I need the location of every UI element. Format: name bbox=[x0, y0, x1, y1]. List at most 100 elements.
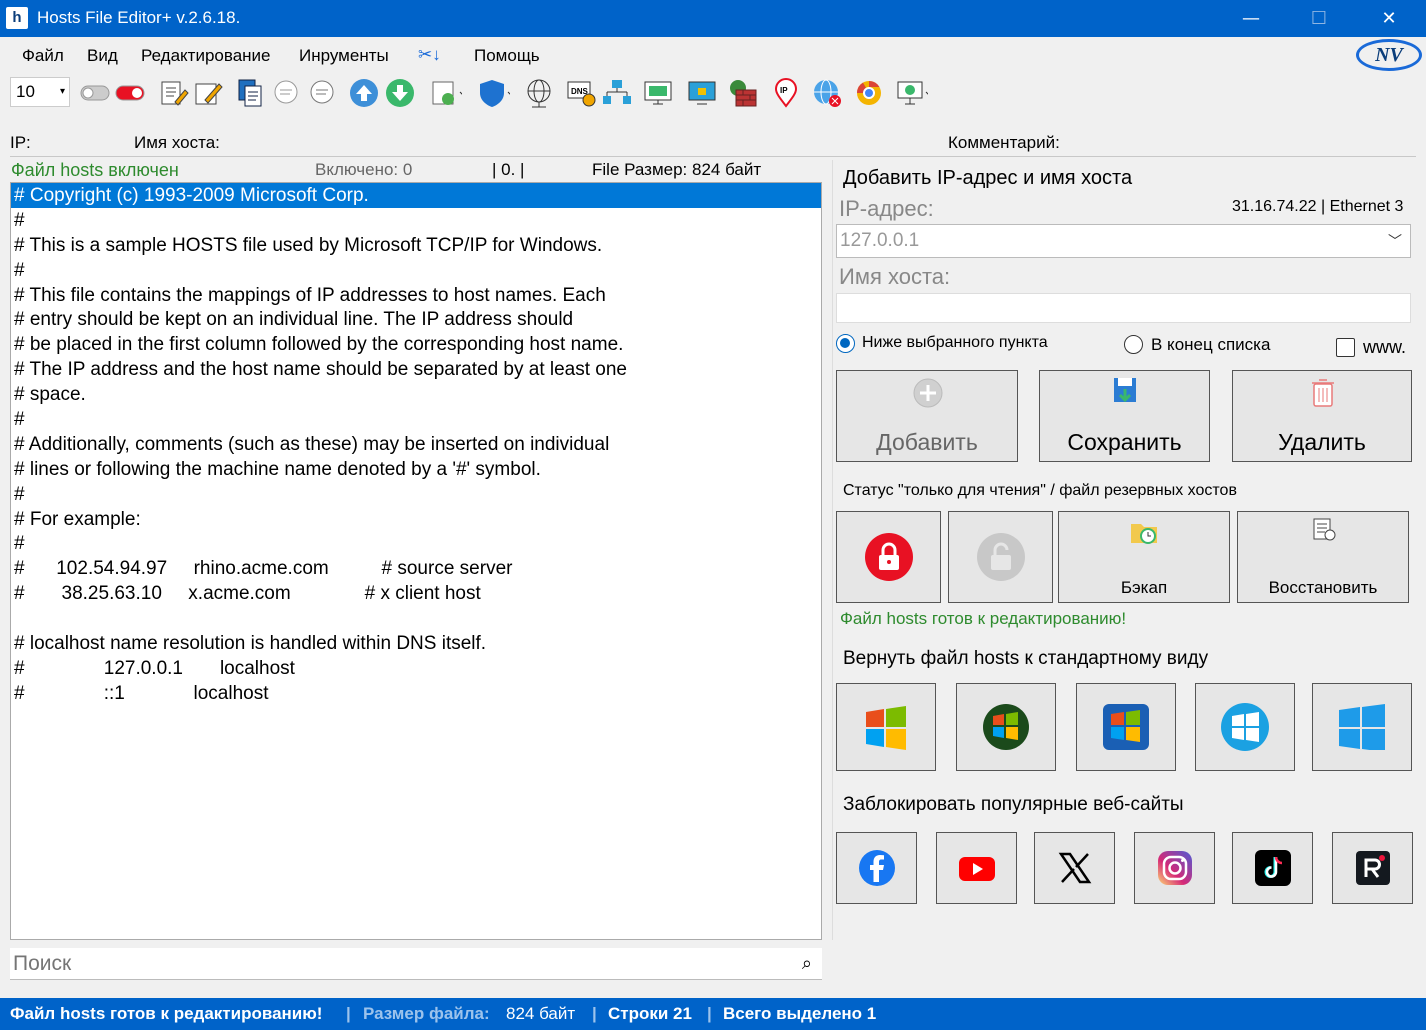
x-twitter-icon[interactable] bbox=[1034, 832, 1115, 904]
add-file-icon[interactable] bbox=[430, 77, 462, 109]
rutube-icon[interactable] bbox=[1332, 832, 1413, 904]
save-button[interactable]: Сохранить bbox=[1039, 370, 1210, 462]
move-up-icon[interactable] bbox=[348, 77, 380, 109]
windows-8-icon[interactable] bbox=[1195, 683, 1295, 771]
search-input[interactable] bbox=[10, 948, 780, 980]
globe-block-icon[interactable] bbox=[811, 77, 843, 109]
editor-line[interactable]: # entry should be kept on an individual … bbox=[11, 307, 821, 332]
font-size-value: 10 bbox=[16, 82, 35, 101]
edit-icon[interactable] bbox=[158, 77, 190, 109]
menu-help[interactable]: Помощь bbox=[474, 46, 540, 66]
menu-view[interactable]: Вид bbox=[87, 46, 118, 66]
hostname-field[interactable] bbox=[836, 293, 1411, 323]
lock-readonly-button[interactable] bbox=[836, 511, 941, 603]
copy-icon[interactable] bbox=[234, 77, 266, 109]
radio-end-of-list[interactable] bbox=[1124, 335, 1143, 354]
editor-line[interactable]: # Additionally, comments (such as these)… bbox=[11, 432, 821, 457]
chevron-down-icon: ▾ bbox=[59, 86, 65, 97]
restore-button[interactable]: Восстановить bbox=[1237, 511, 1409, 603]
toggle-on-icon[interactable] bbox=[114, 77, 146, 109]
menu-bar: Файл Вид Редактирование Инрументы ✂↓ Пом… bbox=[0, 37, 1426, 73]
dns-icon[interactable]: DNS bbox=[565, 77, 597, 109]
editor-line[interactable]: # bbox=[11, 482, 821, 507]
windows-xp-icon[interactable] bbox=[836, 683, 936, 771]
editor-line[interactable]: # This file contains the mappings of IP … bbox=[11, 283, 821, 308]
restore-document-icon bbox=[1313, 518, 1336, 541]
editor-line[interactable]: # 127.0.0.1 localhost bbox=[11, 656, 821, 681]
radio-end-label: В конец списка bbox=[1151, 335, 1271, 354]
editor-line[interactable]: # bbox=[11, 531, 821, 556]
save-icon bbox=[1114, 378, 1136, 403]
editor-line[interactable]: # Copyright (c) 1993-2009 Microsoft Corp… bbox=[11, 183, 821, 208]
globe-network-icon[interactable] bbox=[523, 77, 555, 109]
title-bar: h Hosts File Editor+ v.2.6.18. — ☐ ✕ bbox=[0, 0, 1426, 37]
add-button-label: Добавить bbox=[876, 429, 978, 455]
firewall-icon[interactable] bbox=[727, 77, 759, 109]
search-box: ⌕ bbox=[10, 948, 822, 980]
editor-line[interactable]: # be placed in the first column followed… bbox=[11, 332, 821, 357]
add-button[interactable]: Добавить bbox=[836, 370, 1018, 462]
tools-icon[interactable]: ✂↓ bbox=[418, 45, 441, 65]
editor-line[interactable]: # lines or following the machine name de… bbox=[11, 457, 821, 482]
editor-line[interactable]: # 38.25.63.10 x.acme.com # x client host bbox=[11, 581, 821, 606]
windows-7-icon[interactable] bbox=[1076, 683, 1176, 771]
move-down-icon[interactable] bbox=[384, 77, 416, 109]
font-size-select[interactable]: 10 ▾ bbox=[10, 77, 70, 107]
edit-pencil-icon[interactable] bbox=[192, 77, 224, 109]
host-column-label: Имя хоста: bbox=[134, 133, 220, 152]
windows-10-11-icon[interactable] bbox=[1312, 683, 1412, 771]
menu-edit[interactable]: Редактирование bbox=[141, 46, 271, 66]
editor-line[interactable]: # space. bbox=[11, 382, 821, 407]
file-status-row: Файл hosts включен Включено: 0 | 0. | Fi… bbox=[0, 158, 830, 182]
hostname-label: Имя хоста: bbox=[839, 264, 951, 289]
status-size-label: Размер файла: bbox=[363, 1004, 490, 1023]
minimize-button[interactable]: — bbox=[1216, 0, 1286, 37]
monitor-lock-icon[interactable] bbox=[686, 77, 718, 109]
unlock-button[interactable] bbox=[948, 511, 1053, 603]
www-checkbox[interactable] bbox=[1336, 338, 1355, 357]
ip-address-value: 127.0.0.1 bbox=[840, 230, 920, 251]
close-button[interactable]: ✕ bbox=[1354, 0, 1424, 37]
editor-line[interactable]: # bbox=[11, 407, 821, 432]
editor-line[interactable]: # This is a sample HOSTS file used by Mi… bbox=[11, 233, 821, 258]
window-title: Hosts File Editor+ v.2.6.18. bbox=[37, 8, 241, 27]
editor-line[interactable]: # bbox=[11, 258, 821, 283]
uncomment-icon[interactable] bbox=[306, 77, 338, 109]
editor-line[interactable]: # The IP address and the host name shoul… bbox=[11, 357, 821, 382]
restore-default-title: Вернуть файл hosts к стандартному виду bbox=[843, 648, 1209, 669]
status-separator: | bbox=[346, 1004, 351, 1023]
radio-below-selected[interactable] bbox=[836, 334, 855, 353]
settings-monitor-icon[interactable] bbox=[896, 77, 928, 109]
add-section-title: Добавить IP-адрес и имя хоста bbox=[843, 167, 1133, 189]
menu-file[interactable]: Файл bbox=[22, 46, 64, 66]
comment-icon[interactable] bbox=[270, 77, 302, 109]
toggle-off-icon[interactable] bbox=[79, 77, 111, 109]
chevron-down-icon[interactable]: ﹀ bbox=[1388, 225, 1402, 257]
chrome-icon[interactable] bbox=[853, 77, 885, 109]
backup-button[interactable]: Бэкап bbox=[1058, 511, 1230, 603]
search-icon[interactable]: ⌕ bbox=[802, 953, 812, 974]
delete-button[interactable]: Удалить bbox=[1232, 370, 1412, 462]
network-icon[interactable] bbox=[601, 77, 633, 109]
maximize-button[interactable]: ☐ bbox=[1284, 0, 1354, 37]
ip-address-field[interactable]: 127.0.0.1 ﹀ bbox=[836, 224, 1411, 258]
editor-line[interactable]: # bbox=[11, 208, 821, 233]
nv-logo: NV bbox=[1356, 39, 1422, 71]
instagram-icon[interactable] bbox=[1134, 832, 1215, 904]
backup-folder-icon bbox=[1131, 524, 1157, 544]
windows-vista-icon[interactable] bbox=[956, 683, 1056, 771]
editor-line[interactable] bbox=[11, 606, 821, 631]
ip-pin-icon[interactable]: IP bbox=[770, 77, 802, 109]
editor-line[interactable]: # 102.54.94.97 rhino.acme.com # source s… bbox=[11, 556, 821, 581]
hosts-editor[interactable]: # Copyright (c) 1993-2009 Microsoft Corp… bbox=[10, 182, 822, 940]
facebook-icon[interactable] bbox=[836, 832, 917, 904]
ip-column-label: IP: bbox=[10, 133, 31, 152]
editor-line[interactable]: # For example: bbox=[11, 507, 821, 532]
menu-tools[interactable]: Инрументы bbox=[299, 46, 389, 66]
tiktok-icon[interactable] bbox=[1232, 832, 1313, 904]
editor-line[interactable]: # ::1 localhost bbox=[11, 681, 821, 706]
youtube-icon[interactable] bbox=[936, 832, 1017, 904]
defender-icon[interactable] bbox=[478, 77, 510, 109]
monitor-icon[interactable] bbox=[642, 77, 674, 109]
editor-line[interactable]: # localhost name resolution is handled w… bbox=[11, 631, 821, 656]
